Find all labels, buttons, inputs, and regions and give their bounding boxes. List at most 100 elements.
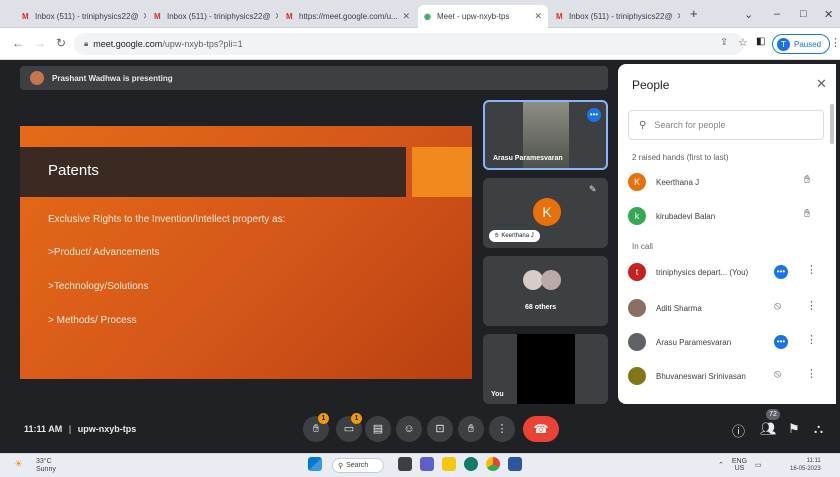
list-item[interactable]: k kirubadevi Balan — [628, 204, 828, 228]
tab-meet[interactable]: ◉ Meet - upw-nxyb-tps ✕ — [418, 5, 548, 28]
tray-chevron-icon[interactable]: ⌃ — [718, 461, 724, 469]
tab-label: Meet - upw-nxyb-tps — [437, 12, 510, 21]
close-tab-icon[interactable]: ✕ — [534, 11, 542, 22]
cc-button[interactable]: ▤ — [365, 416, 391, 442]
taskbar-search[interactable]: ⚲ Search — [332, 458, 384, 473]
clock-date: 16-05-2023 — [790, 466, 821, 472]
avatar: k — [628, 207, 646, 225]
edge-icon[interactable] — [464, 457, 478, 471]
participant-avatar — [523, 270, 543, 290]
share-icon[interactable]: ⇪ — [720, 37, 728, 48]
network-icon[interactable]: ▭ — [755, 461, 762, 469]
avatar — [628, 333, 646, 351]
avatar: T — [777, 37, 790, 51]
kebab-menu-icon[interactable]: ⋮ — [806, 263, 817, 276]
system-clock[interactable]: 11:11 16-05-2023 — [790, 457, 821, 473]
emoji-icon: ☺ — [403, 423, 415, 435]
present-button[interactable]: ⊡ — [427, 416, 453, 442]
back-icon[interactable]: ← — [12, 36, 24, 50]
search-input[interactable]: ⚲ Search for people — [628, 110, 824, 140]
captions-icon: ▭ — [343, 423, 355, 435]
raised-hand-chip: ✋︎ Keerthana J — [489, 230, 540, 242]
presenter-avatar — [30, 71, 44, 85]
url-path: /upw-nxyb-tps?pli=1 — [162, 39, 243, 49]
close-tab-icon[interactable]: ✕ — [677, 11, 680, 22]
more-options-icon[interactable]: ••• — [587, 108, 601, 122]
windows-start-icon[interactable] — [308, 457, 322, 471]
menu-icon[interactable]: ⋮ — [830, 36, 840, 49]
slide-accent-box — [412, 147, 472, 197]
end-call-button[interactable]: ☎︎ — [523, 416, 559, 442]
hand-button[interactable]: ✋︎ — [458, 416, 484, 442]
others-count: 68 others — [525, 304, 557, 311]
close-tab-icon[interactable]: ✕ — [402, 11, 410, 22]
new-tab-icon[interactable]: + — [690, 6, 698, 21]
tab-meet-link[interactable]: M https://meet.google.com/u... ✕ — [280, 5, 416, 28]
meeting-code: upw-nxyb-tps — [77, 424, 137, 434]
forward-icon[interactable]: → — [34, 36, 46, 50]
file-explorer-icon[interactable] — [442, 457, 456, 471]
info-icon[interactable]: ⓘ — [732, 421, 745, 440]
list-item[interactable]: t triniphysics depart... (You) — [628, 260, 828, 284]
participant-avatar: K — [533, 198, 561, 226]
list-item[interactable]: Arasu Paramesvaran — [628, 330, 828, 354]
list-item[interactable]: K Keerthana J — [628, 170, 828, 194]
participant-tile-arasu[interactable]: ••• Arasu Paramesvaran — [483, 100, 608, 170]
tab-inbox-2[interactable]: M Inbox (511) - triniphysics22@ ✕ — [148, 5, 278, 28]
browser-tab-bar: M Inbox (511) - triniphysics22@ ✕ M Inbo… — [0, 0, 840, 28]
kebab-menu-icon[interactable]: ⋮ — [806, 333, 817, 346]
hand-icon[interactable]: ✋︎ — [804, 174, 810, 187]
word-icon[interactable] — [508, 457, 522, 471]
weather-widget[interactable]: 33°C Sunny — [36, 458, 56, 474]
tab-inbox-3[interactable]: M Inbox (511) - triniphysics22@ ✕ — [550, 5, 680, 28]
kebab-menu-icon[interactable]: ⋮ — [806, 367, 817, 380]
people-icon[interactable]: 👥︎ — [760, 421, 777, 437]
emoji-button[interactable]: ☺ — [396, 416, 422, 442]
participant-avatar — [541, 270, 561, 290]
teams-icon[interactable] — [420, 457, 434, 471]
list-item[interactable]: Bhuvaneswari Srinivasan — [628, 364, 828, 388]
kebab-menu-icon: ⋮ — [496, 423, 508, 435]
participant-tile-others[interactable]: 68 others — [483, 256, 608, 326]
gmail-icon: M — [154, 11, 161, 21]
reload-icon[interactable]: ↻ — [56, 36, 66, 50]
presenting-banner: Prashant Wadhwa is presenting — [20, 66, 608, 90]
chrome-icon[interactable] — [486, 457, 500, 471]
chat-icon[interactable]: ⚑ — [788, 421, 800, 437]
kebab-menu-icon[interactable]: ⋮ — [806, 299, 817, 312]
hand-icon[interactable]: ✋︎ — [804, 208, 810, 221]
cc-icon: ▤ — [372, 423, 384, 435]
more-options-icon[interactable]: ••• — [774, 265, 788, 279]
hand-badge: 1 — [318, 413, 329, 424]
url-field[interactable]: 🔒︎ meet.google.com/upw-nxyb-tps?pli=1 — [74, 33, 744, 55]
task-view-icon[interactable] — [398, 457, 412, 471]
tab-inbox-1[interactable]: M Inbox (511) - triniphysics22@ ✕ — [16, 5, 146, 28]
more-options-icon[interactable]: ••• — [774, 335, 788, 349]
hand-icon: ✋︎ — [495, 232, 499, 239]
close-tab-icon[interactable]: ✕ — [275, 11, 278, 22]
maximize-icon[interactable]: □ — [800, 8, 807, 20]
participant-name: Keerthana J — [501, 233, 534, 239]
system-tray: ⌃ ENG US ▭ — [718, 458, 762, 472]
scrollbar[interactable] — [830, 104, 834, 144]
star-icon[interactable]: ☆ — [738, 36, 748, 49]
chevron-down-icon[interactable]: ⌄ — [744, 8, 753, 21]
profile-button[interactable]: T Paused — [772, 34, 831, 54]
language-indicator[interactable]: ENG US — [732, 458, 747, 472]
avatar — [628, 367, 646, 385]
participant-tile-keerthana[interactable]: K ✎ ✋︎ Keerthana J — [483, 178, 608, 248]
participant-tile-you[interactable]: You — [483, 334, 608, 404]
participant-name: You — [491, 391, 504, 398]
raised-hands-header: 2 raised hands (first to last) — [632, 153, 729, 162]
more-options-button[interactable]: ⋮ — [489, 416, 515, 442]
sidebar-icon[interactable]: ◧ — [756, 36, 765, 47]
meeting-time: 11:11 AM — [24, 424, 63, 434]
minimize-icon[interactable]: – — [774, 8, 780, 20]
search-icon: ⚲ — [338, 462, 344, 470]
self-video — [517, 334, 575, 404]
close-tab-icon[interactable]: ✕ — [143, 11, 146, 22]
close-icon[interactable]: ✕ — [816, 76, 827, 92]
activities-icon[interactable]: ⛬ — [814, 421, 823, 437]
list-item[interactable]: Aditi Sharma — [628, 296, 828, 320]
close-window-icon[interactable]: ✕ — [824, 8, 833, 21]
